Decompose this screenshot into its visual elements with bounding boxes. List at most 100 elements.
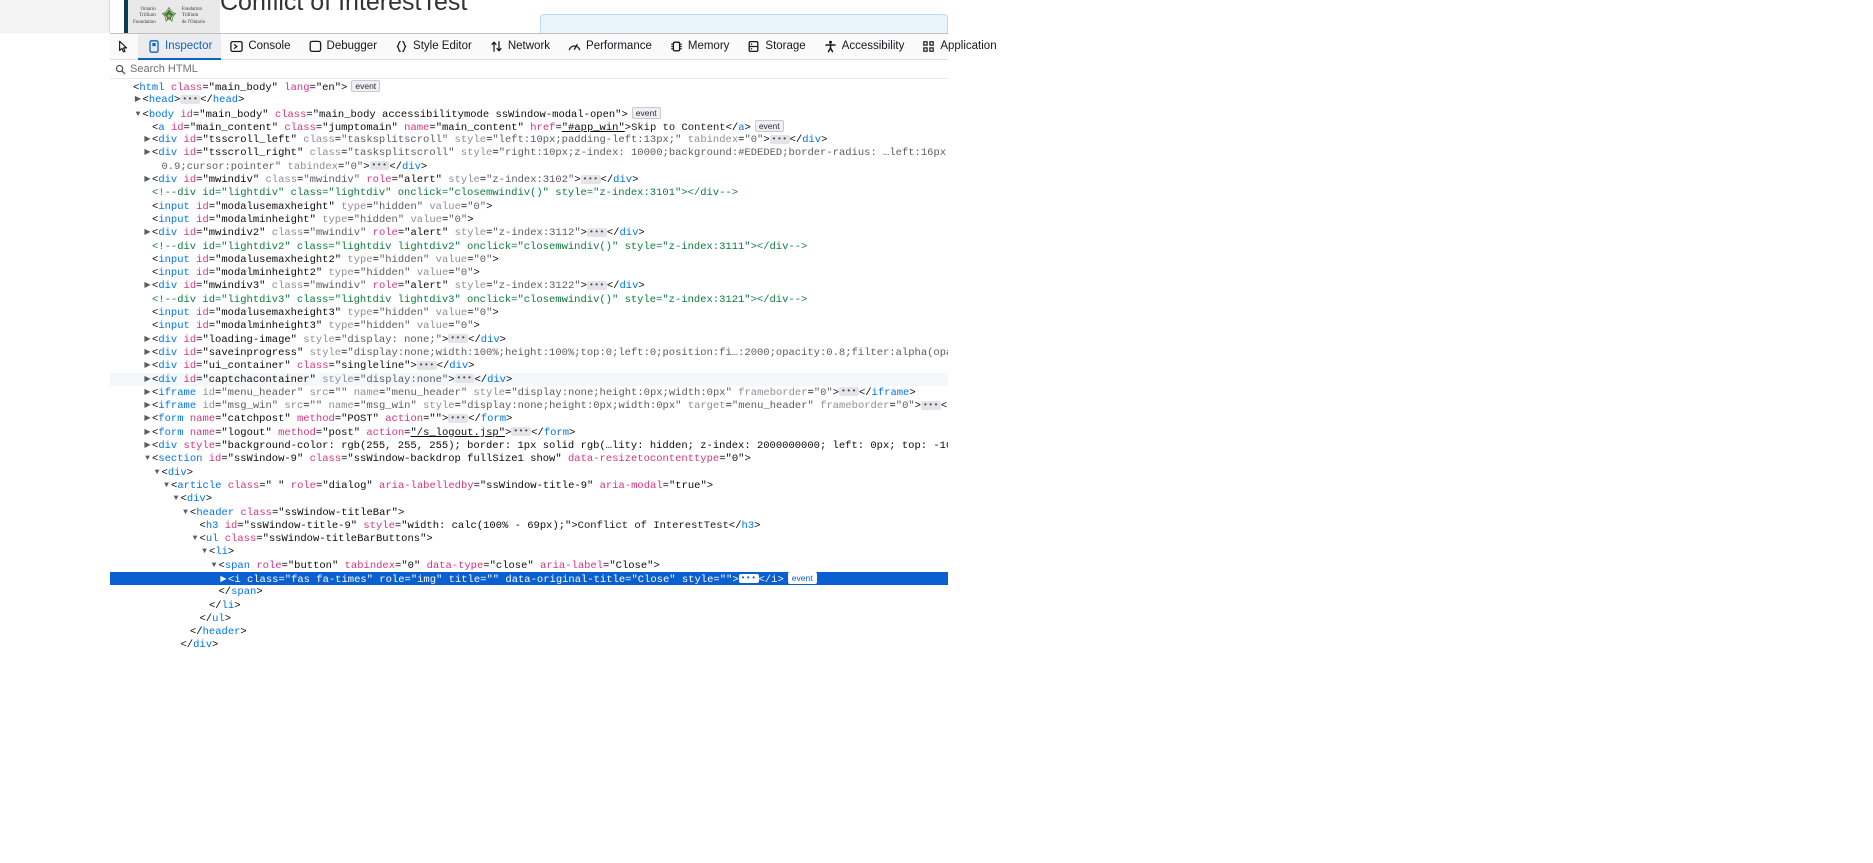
markup-line-content: <head> ••• </head>: [142, 94, 245, 107]
modal-dialog-top-edge: [540, 14, 948, 33]
twisty-closed-icon[interactable]: ▶: [143, 399, 152, 412]
twisty-closed-icon[interactable]: ▶: [143, 412, 152, 425]
markup-line-content: </header>: [190, 626, 247, 639]
twisty-placeholder: ·: [143, 266, 152, 279]
markup-line-content: <!--div id="lightdiv" class="lightdiv" o…: [152, 187, 738, 200]
element-picker-icon[interactable]: [110, 34, 138, 60]
logo-line3-left: Foundation: [133, 19, 156, 25]
tab-console[interactable]: Console: [221, 34, 299, 60]
tab-memory[interactable]: Memory: [661, 34, 739, 60]
page-left-gutter-top: [0, 0, 110, 33]
markup-line-content: <input id="modalusemaxheight3" type="hid…: [152, 307, 499, 320]
markup-line-content: <header class="ssWindow-titleBar">: [190, 506, 405, 519]
twisty-closed-icon[interactable]: ▶: [143, 173, 152, 186]
twisty-open-icon[interactable]: ▼: [181, 506, 190, 519]
network-icon: [490, 40, 503, 53]
markup-line-content: <iframe id="msg_win" src="" name="msg_wi…: [152, 400, 998, 413]
twisty-closed-icon[interactable]: ▶: [143, 359, 152, 372]
twisty-open-icon[interactable]: ▼: [172, 492, 181, 505]
tab-network[interactable]: Network: [481, 34, 559, 60]
tab-debugger[interactable]: Debugger: [300, 34, 387, 60]
twisty-placeholder: ·: [143, 306, 152, 319]
markup-line-content: <body id="main_body" class="main_body ac…: [143, 106, 661, 121]
twisty-placeholder: ·: [172, 638, 181, 651]
markup-line-content: <i class="fas fa-times" role="img" title…: [228, 571, 817, 586]
inspector-icon: [147, 39, 160, 53]
console-icon: [230, 40, 244, 53]
tab-style-editor[interactable]: Style Editor: [386, 34, 481, 60]
twisty-closed-icon[interactable]: ▶: [143, 426, 152, 439]
tab-application[interactable]: Application: [913, 34, 1005, 60]
twisty-closed-icon[interactable]: ▶: [143, 146, 152, 159]
search-input[interactable]: Search HTML: [110, 60, 948, 79]
twisty-closed-icon[interactable]: ▶: [143, 279, 152, 292]
twisty-placeholder: ·: [143, 186, 152, 199]
markup-line-content: <html class="main_body" lang="en"> event: [133, 80, 381, 94]
twisty-open-icon[interactable]: ▼: [153, 466, 162, 479]
devtools-tabbar: Inspector Console Debugger Style Editor: [110, 34, 1006, 60]
twisty-closed-icon[interactable]: ▶: [143, 439, 152, 452]
storage-icon: [747, 40, 760, 53]
bottom-empty-area: [0, 680, 1873, 863]
style-editor-icon: [395, 40, 408, 53]
markup-line-content: <input id="modalminheight2" type="hidden…: [152, 267, 480, 280]
markup-line-content: <ul class="ssWindow-titleBarButtons">: [199, 533, 433, 546]
application-icon: [922, 40, 935, 53]
trillium-flower-icon: [161, 6, 177, 22]
markup-line-content: <div id="tsscroll_left" class="tasksplit…: [152, 134, 828, 147]
markup-line-content: <div id="mwindiv2" class="mwindiv" role=…: [152, 227, 645, 240]
markup-line-content: <!--div id="lightdiv3" class="lightdiv l…: [152, 293, 808, 306]
tab-performance[interactable]: Performance: [559, 34, 661, 60]
twisty-open-icon[interactable]: ▼: [210, 559, 219, 572]
twisty-closed-icon[interactable]: ▶: [143, 133, 152, 146]
twisty-placeholder: ·: [143, 293, 152, 306]
twisty-closed-icon[interactable]: ▶: [134, 93, 143, 106]
twisty-placeholder: ·: [143, 200, 152, 213]
twisty-closed-icon[interactable]: ▶: [143, 226, 152, 239]
markup-line-content: <div id="captchacontainer" style="displa…: [152, 373, 513, 386]
twisty-closed-icon[interactable]: ▶: [219, 573, 228, 586]
markup-line-content: <div id="mwindiv3" class="mwindiv" role=…: [152, 280, 645, 293]
markup-line-content: <a id="main_content" class="jumptomain" …: [152, 119, 784, 134]
twisty-placeholder: ·: [181, 625, 190, 638]
markup-line-content: 0.9;cursor:pointer" tabindex="0"> ••• </di…: [161, 160, 428, 173]
markup-line-content: <form name="catchpost" method="POST" act…: [152, 413, 513, 426]
twisty-placeholder: ·: [124, 81, 133, 94]
twisty-placeholder: ·: [143, 240, 152, 253]
screenshot-root: Ontario Trillium Foundation Fondation Tr…: [0, 0, 1873, 863]
debugger-icon: [309, 40, 322, 53]
twisty-closed-icon[interactable]: ▶: [143, 386, 152, 399]
markup-line-content: </span>: [218, 586, 263, 599]
markup-line-content: <div id="mwindiv" class="mwindiv" role="…: [152, 174, 639, 187]
accessibility-icon: [824, 40, 837, 53]
markup-line-content: <span role="button" tabindex="0" data-ty…: [218, 559, 660, 572]
tab-storage[interactable]: Storage: [738, 34, 814, 60]
logo-line3-right: de l'Ontario: [181, 19, 206, 25]
ontario-trillium-foundation-logo: Ontario Trillium Foundation Fondation Tr…: [124, 0, 220, 33]
tab-style-editor-label: Style Editor: [413, 40, 472, 52]
tab-inspector[interactable]: Inspector: [138, 34, 222, 60]
markup-line-content: <section id="ssWindow-9" class="ssWindow…: [152, 453, 751, 466]
twisty-open-icon[interactable]: ▼: [200, 545, 209, 558]
markup-line-content: <article class=" " role="dialog" aria-la…: [171, 479, 714, 492]
tab-network-label: Network: [507, 40, 551, 52]
markup-line-content: <input id="modalminheight" type="hidden"…: [152, 213, 474, 226]
twisty-closed-icon[interactable]: ▶: [143, 346, 152, 359]
twisty-open-icon[interactable]: ▼: [191, 532, 200, 545]
markup-line-content: <div>: [180, 493, 213, 506]
twisty-open-icon[interactable]: ▼: [162, 479, 171, 492]
twisty-open-icon[interactable]: ▼: [134, 108, 143, 121]
tab-inspector-label: Inspector: [165, 40, 213, 52]
tab-accessibility[interactable]: Accessibility: [815, 34, 914, 60]
twisty-open-icon[interactable]: ▼: [143, 452, 152, 465]
markup-line-content: <h3 id="ssWindow-title-9" style="width: …: [199, 519, 761, 532]
twisty-closed-icon[interactable]: ▶: [143, 373, 152, 386]
twisty-closed-icon[interactable]: ▶: [143, 333, 152, 346]
twisty-placeholder: ·: [200, 599, 209, 612]
tab-accessibility-label: Accessibility: [841, 40, 905, 52]
twisty-placeholder: ·: [143, 253, 152, 266]
twisty-placeholder: ·: [153, 160, 162, 173]
markup-line-content: <form name="logout" method="post" action…: [152, 426, 576, 439]
markup-line-content: <input id="modalusemaxheight" type="hidd…: [152, 200, 493, 213]
tab-performance-label: Performance: [586, 40, 652, 52]
